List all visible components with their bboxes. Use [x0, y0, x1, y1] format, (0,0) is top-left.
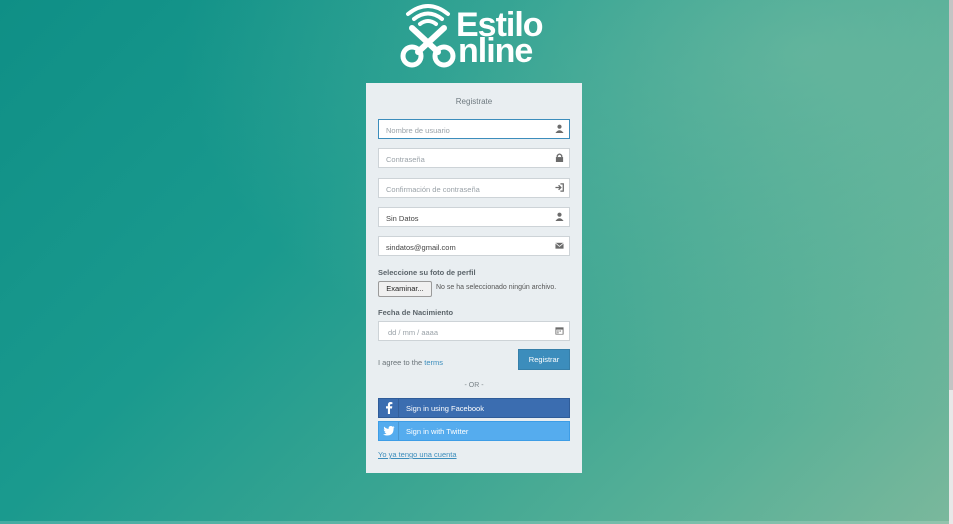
agree-text: I agree to the: [378, 358, 425, 367]
photo-label: Seleccione su foto de perfil: [378, 268, 476, 277]
envelope-icon: [554, 241, 564, 251]
or-divider: - OR -: [464, 382, 484, 389]
sign-in-icon: [554, 183, 564, 193]
password-confirm-field[interactable]: [378, 178, 570, 199]
password-field[interactable]: [378, 148, 570, 169]
email-field[interactable]: [378, 236, 570, 257]
terms-link[interactable]: terms: [424, 358, 443, 367]
file-status: No se ha seleccionado ningún archivo.: [436, 284, 557, 291]
login-link[interactable]: Yo ya tengo una cuenta: [378, 450, 457, 459]
scissors-wifi-icon: [400, 4, 456, 68]
facebook-signin-button[interactable]: Sign in using Facebook: [378, 398, 570, 418]
logo-text-line2: nline: [458, 32, 533, 70]
twitter-icon: [379, 422, 399, 440]
calendar-icon: [554, 326, 564, 336]
lock-icon: [554, 153, 564, 163]
facebook-icon: [379, 399, 399, 417]
birth-date-input[interactable]: [379, 323, 549, 342]
twitter-signin-button[interactable]: Sign in with Twitter: [378, 421, 570, 441]
password-input[interactable]: [379, 150, 549, 169]
birth-label: Fecha de Nacimiento: [378, 308, 454, 317]
twitter-button-label: Sign in with Twitter: [406, 427, 469, 436]
birth-date-field[interactable]: [378, 321, 570, 342]
user-icon: [554, 124, 564, 134]
password-confirm-input[interactable]: [379, 180, 549, 199]
browse-file-button[interactable]: Examinar...: [378, 281, 432, 297]
form-title: Registrate: [455, 97, 493, 106]
fullname-field[interactable]: [378, 207, 570, 228]
estilo-online-logo: Estilo nline: [398, 0, 558, 70]
scrollbar-thumb[interactable]: [949, 0, 953, 390]
scrollbar-track[interactable]: [949, 0, 953, 524]
user-icon: [554, 212, 564, 222]
fullname-input[interactable]: [379, 209, 549, 228]
register-button[interactable]: Registrar: [518, 349, 570, 370]
facebook-button-label: Sign in using Facebook: [406, 404, 484, 413]
username-field[interactable]: [378, 119, 570, 140]
register-panel: Registrate Seleccione su foto de perfil …: [366, 83, 582, 473]
username-input[interactable]: [379, 121, 549, 140]
email-input[interactable]: [379, 238, 549, 257]
terms-agreement: I agree to the terms: [378, 358, 443, 367]
